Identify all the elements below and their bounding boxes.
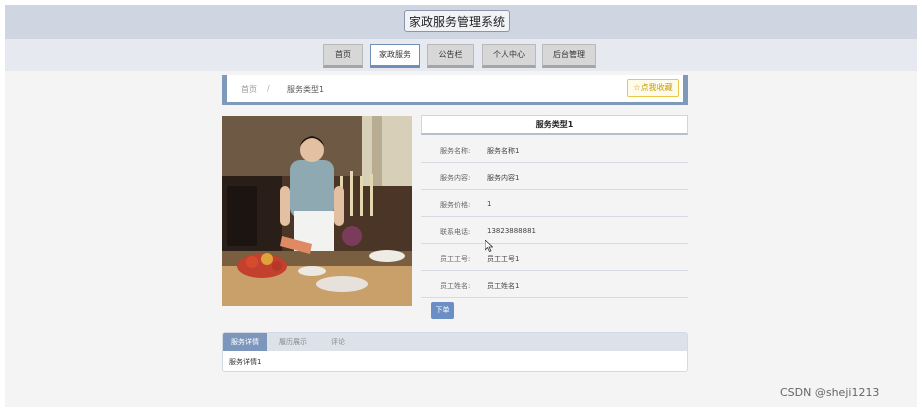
detail-row-service-name: 服务名称: 服务名称1 [421, 136, 688, 163]
detail-label: 员工工号: [440, 255, 471, 263]
detail-value: 1 [487, 200, 492, 208]
detail-tabs-panel: 服务详情 履历展示 评论 服务详情1 [222, 332, 688, 372]
detail-value: 13823888881 [487, 227, 536, 235]
tab-content-text: 服务详情1 [229, 358, 262, 366]
housekeeper-photo-illustration [222, 116, 412, 306]
breadcrumb: 首页 / 服务类型1 ☆点我收藏 [222, 75, 688, 105]
detail-label: 服务内容: [440, 174, 471, 182]
detail-value: 员工姓名1 [487, 282, 520, 290]
detail-row-service-content: 服务内容: 服务内容1 [421, 163, 688, 190]
detail-label: 服务价格: [440, 201, 471, 209]
main-nav: 首页 家政服务 公告栏 个人中心 后台管理 [5, 39, 917, 71]
detail-value: 服务名称1 [487, 147, 520, 155]
mouse-cursor-icon [485, 240, 493, 252]
watermark-text: CSDN @sheji1213 [780, 386, 880, 399]
breadcrumb-home-link[interactable]: 首页 [241, 84, 257, 95]
detail-row-service-price: 服务价格: 1 [421, 190, 688, 217]
top-header-bar: 家政服务管理系统 [5, 5, 917, 39]
detail-row-employee-name: 员工姓名: 员工姓名1 [421, 271, 688, 298]
service-detail-title: 服务类型1 [421, 115, 688, 135]
detail-value: 员工工号1 [487, 255, 520, 263]
system-title: 家政服务管理系统 [404, 10, 510, 32]
tabs-bar: 服务详情 履历展示 评论 [223, 333, 687, 351]
nav-item-admin[interactable]: 后台管理 [542, 44, 596, 68]
breadcrumb-separator: / [267, 84, 270, 93]
detail-row-phone: 联系电话: 13823888881 [421, 217, 688, 244]
detail-row-employee-id: 员工工号: 员工工号1 [421, 244, 688, 271]
favorite-button[interactable]: ☆点我收藏 [627, 79, 679, 97]
detail-label: 服务名称: [440, 147, 471, 155]
nav-item-profile[interactable]: 个人中心 [482, 44, 536, 68]
tab-comments[interactable]: 评论 [321, 333, 355, 351]
tab-service-details[interactable]: 服务详情 [223, 333, 267, 351]
order-button[interactable]: 下单 [431, 302, 454, 319]
service-photo [222, 116, 412, 306]
nav-item-home[interactable]: 首页 [323, 44, 363, 68]
nav-item-notice[interactable]: 公告栏 [427, 44, 474, 68]
detail-value: 服务内容1 [487, 174, 520, 182]
detail-label: 联系电话: [440, 228, 471, 236]
breadcrumb-current: 服务类型1 [287, 85, 325, 94]
nav-item-housekeeping[interactable]: 家政服务 [370, 44, 420, 68]
tab-resume[interactable]: 履历展示 [271, 333, 315, 351]
detail-label: 员工姓名: [440, 282, 471, 290]
